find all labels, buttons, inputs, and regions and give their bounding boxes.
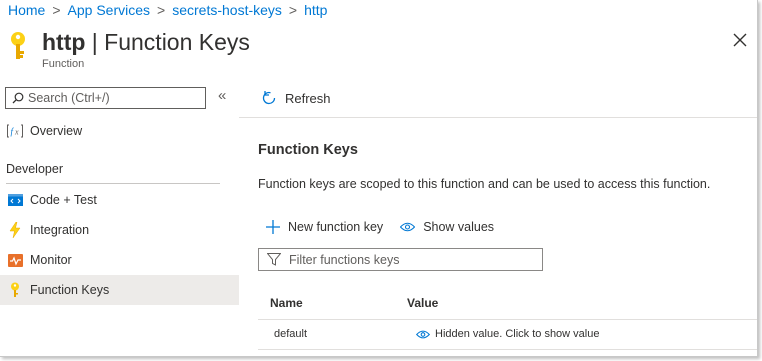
new-function-key-button[interactable]: New function key bbox=[266, 220, 383, 234]
search-placeholder: Search (Ctrl+/) bbox=[28, 91, 110, 105]
sidebar-item-label: Code + Test bbox=[30, 193, 97, 207]
column-header-name[interactable]: Name bbox=[270, 296, 303, 310]
key-icon bbox=[11, 32, 25, 59]
sidebar-section-heading: Developer bbox=[6, 162, 63, 176]
key-icon bbox=[7, 282, 23, 298]
close-icon[interactable] bbox=[733, 33, 747, 47]
function-icon: f x bbox=[7, 123, 23, 139]
sidebar-item-label: Function Keys bbox=[30, 283, 110, 297]
svg-text:f: f bbox=[11, 127, 15, 137]
hidden-value-text: Hidden value. Click to show value bbox=[435, 328, 600, 340]
breadcrumb-separator: > bbox=[288, 2, 298, 18]
breadcrumb-separator: > bbox=[157, 2, 166, 18]
app-window: Home > App Services > secrets-host-keys … bbox=[0, 0, 758, 357]
eye-icon bbox=[400, 222, 416, 232]
sidebar-item-label: Integration bbox=[30, 223, 90, 237]
sidebar-item-label: Overview bbox=[30, 124, 83, 138]
sidebar-divider bbox=[6, 183, 220, 184]
collapse-sidebar-button[interactable]: « bbox=[218, 87, 226, 104]
page-title: http | Function Keys bbox=[42, 28, 250, 56]
filter-placeholder: Filter functions keys bbox=[289, 252, 400, 267]
eye-icon bbox=[416, 330, 430, 338]
column-header-value[interactable]: Value bbox=[407, 296, 438, 310]
refresh-icon bbox=[262, 91, 276, 105]
filter-icon bbox=[267, 253, 281, 266]
sidebar-search-input[interactable]: Search (Ctrl+/) bbox=[5, 87, 206, 109]
svg-text:x: x bbox=[14, 128, 19, 137]
code-icon bbox=[7, 192, 23, 208]
show-values-button[interactable]: Show values bbox=[400, 220, 494, 234]
sidebar-item-label: Monitor bbox=[30, 253, 72, 267]
section-description: Function keys are scoped to this functio… bbox=[258, 177, 711, 191]
breadcrumb-function[interactable]: http bbox=[304, 2, 327, 18]
sidebar: Search (Ctrl+/) « f x Overview Developer bbox=[0, 82, 239, 356]
new-function-key-label: New function key bbox=[288, 220, 384, 234]
sidebar-item-code-test[interactable]: Code + Test bbox=[0, 185, 239, 215]
filter-keys-input[interactable]: Filter functions keys bbox=[258, 248, 543, 271]
sidebar-item-integration[interactable]: Integration bbox=[0, 215, 239, 245]
sidebar-item-function-keys[interactable]: Function Keys bbox=[0, 275, 239, 305]
breadcrumb-app[interactable]: secrets-host-keys bbox=[172, 2, 282, 18]
lightning-icon bbox=[7, 222, 23, 238]
key-actions: New function key Show values bbox=[266, 220, 511, 234]
breadcrumb-home[interactable]: Home bbox=[8, 2, 45, 18]
sidebar-item-overview[interactable]: f x Overview bbox=[0, 116, 239, 146]
refresh-label: Refresh bbox=[285, 90, 331, 106]
breadcrumb-separator: > bbox=[52, 2, 61, 18]
plus-icon bbox=[266, 220, 280, 234]
main-content: Refresh Function Keys Function keys are … bbox=[239, 82, 757, 356]
keys-table-header: Name Value bbox=[258, 292, 757, 320]
search-icon bbox=[12, 92, 24, 104]
breadcrumb-app-services[interactable]: App Services bbox=[68, 2, 150, 18]
page-subtitle: Function bbox=[42, 58, 85, 70]
key-value-toggle[interactable]: Hidden value. Click to show value bbox=[416, 328, 599, 340]
sidebar-item-monitor[interactable]: Monitor bbox=[0, 245, 239, 275]
key-name: default bbox=[274, 328, 308, 340]
monitor-icon bbox=[7, 252, 23, 268]
breadcrumb: Home > App Services > secrets-host-keys … bbox=[8, 2, 327, 18]
page-title-bold: http bbox=[42, 29, 86, 55]
section-title: Function Keys bbox=[258, 142, 358, 158]
show-values-label: Show values bbox=[423, 220, 495, 234]
refresh-button[interactable]: Refresh bbox=[261, 90, 331, 106]
table-row[interactable]: default Hidden value. Click to show valu… bbox=[258, 320, 757, 350]
command-bar: Refresh bbox=[239, 82, 757, 118]
page-title-rest: | Function Keys bbox=[85, 29, 250, 55]
